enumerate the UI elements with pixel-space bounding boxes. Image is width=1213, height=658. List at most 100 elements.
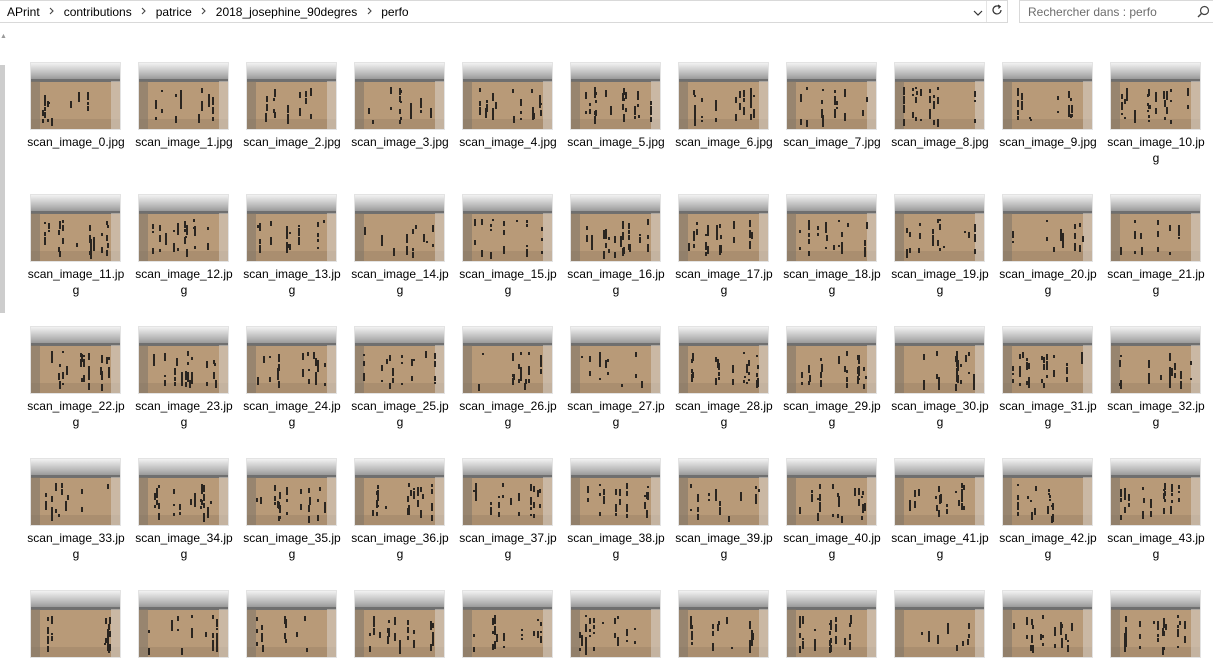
file-name[interactable]: scan_image_20.jpg [999,266,1097,298]
file-thumbnail[interactable] [894,458,985,526]
file-thumbnail[interactable] [246,590,337,658]
refresh-button[interactable] [986,1,1007,22]
file-thumbnail[interactable] [462,194,553,262]
breadcrumb-item-perfo[interactable]: perfo [379,5,410,19]
chevron-right-icon[interactable] [359,7,379,17]
file-name[interactable]: scan_image_39.jpg [675,530,773,562]
file-thumbnail[interactable] [1002,326,1093,394]
file-thumbnail[interactable] [138,326,229,394]
file-name[interactable]: scan_image_10.jpg [1107,134,1205,166]
file-thumbnail[interactable] [678,62,769,130]
file-thumbnail[interactable] [1110,590,1201,658]
file-name[interactable]: scan_image_21.jpg [1107,266,1205,298]
breadcrumb-item-contributions[interactable]: contributions [62,5,134,19]
file-name[interactable]: scan_image_18.jpg [783,266,881,298]
file-thumbnail[interactable] [30,194,121,262]
search-icon[interactable] [1193,2,1213,22]
file-thumbnail[interactable] [1002,590,1093,658]
file-name[interactable]: scan_image_27.jpg [567,398,665,430]
file-thumbnail[interactable] [462,590,553,658]
chevron-right-icon[interactable] [134,7,154,17]
file-thumbnail[interactable] [462,326,553,394]
file-thumbnail[interactable] [30,458,121,526]
file-thumbnail[interactable] [354,590,445,658]
file-thumbnail[interactable] [1110,194,1201,262]
file-name[interactable]: scan_image_0.jpg [27,134,125,150]
file-name[interactable]: scan_image_31.jpg [999,398,1097,430]
file-name[interactable]: scan_image_16.jpg [567,266,665,298]
file-thumbnail[interactable] [786,458,877,526]
file-name[interactable]: scan_image_8.jpg [891,134,989,150]
file-thumbnail[interactable] [894,62,985,130]
file-thumbnail[interactable] [354,62,445,130]
file-thumbnail[interactable] [1110,326,1201,394]
vertical-scrollbar[interactable]: ▲ [0,25,7,630]
file-thumbnail[interactable] [1002,62,1093,130]
file-thumbnail[interactable] [30,62,121,130]
file-name[interactable]: scan_image_19.jpg [891,266,989,298]
file-thumbnail[interactable] [1002,194,1093,262]
scrollbar-thumb[interactable] [0,65,5,313]
address-history-button[interactable] [969,1,986,22]
file-thumbnail[interactable] [1002,458,1093,526]
file-thumbnail[interactable] [138,62,229,130]
file-thumbnail[interactable] [786,326,877,394]
file-name[interactable]: scan_image_34.jpg [135,530,233,562]
breadcrumb-item-patrice[interactable]: patrice [154,5,194,19]
file-name[interactable]: scan_image_43.jpg [1107,530,1205,562]
file-thumbnail[interactable] [570,326,661,394]
file-thumbnail[interactable] [462,458,553,526]
file-thumbnail[interactable] [678,458,769,526]
file-thumbnail[interactable] [786,194,877,262]
file-thumbnail[interactable] [786,62,877,130]
file-name[interactable]: scan_image_7.jpg [783,134,881,150]
file-name[interactable]: scan_image_1.jpg [135,134,233,150]
file-name[interactable]: scan_image_26.jpg [459,398,557,430]
file-thumbnail[interactable] [354,194,445,262]
file-thumbnail[interactable] [138,590,229,658]
file-thumbnail[interactable] [462,62,553,130]
search-box[interactable] [1019,0,1213,23]
file-thumbnail[interactable] [678,590,769,658]
file-name[interactable]: scan_image_4.jpg [459,134,557,150]
file-thumbnail[interactable] [678,326,769,394]
chevron-right-icon[interactable] [42,7,62,17]
file-name[interactable]: scan_image_6.jpg [675,134,773,150]
file-name[interactable]: scan_image_9.jpg [999,134,1097,150]
file-name[interactable]: scan_image_23.jpg [135,398,233,430]
file-name[interactable]: scan_image_2.jpg [243,134,341,150]
file-thumbnail[interactable] [786,590,877,658]
file-name[interactable]: scan_image_38.jpg [567,530,665,562]
file-thumbnail[interactable] [1110,458,1201,526]
file-name[interactable]: scan_image_15.jpg [459,266,557,298]
file-name[interactable]: scan_image_40.jpg [783,530,881,562]
file-name[interactable]: scan_image_11.jpg [27,266,125,298]
file-thumbnail[interactable] [30,590,121,658]
file-name[interactable]: scan_image_36.jpg [351,530,449,562]
search-input[interactable] [1020,3,1194,20]
file-thumbnail[interactable] [246,62,337,130]
file-thumbnail[interactable] [246,458,337,526]
file-name[interactable]: scan_image_24.jpg [243,398,341,430]
file-thumbnail[interactable] [678,194,769,262]
file-name[interactable]: scan_image_5.jpg [567,134,665,150]
scroll-up-icon[interactable]: ▲ [0,33,7,41]
file-name[interactable]: scan_image_37.jpg [459,530,557,562]
file-thumbnail[interactable] [354,458,445,526]
file-thumbnail[interactable] [354,326,445,394]
file-thumbnail[interactable] [138,458,229,526]
file-thumbnail[interactable] [894,326,985,394]
file-name[interactable]: scan_image_25.jpg [351,398,449,430]
file-thumbnail[interactable] [138,194,229,262]
file-name[interactable]: scan_image_3.jpg [351,134,449,150]
file-thumbnail[interactable] [570,590,661,658]
file-name[interactable]: scan_image_12.jpg [135,266,233,298]
file-name[interactable]: scan_image_29.jpg [783,398,881,430]
file-name[interactable]: scan_image_32.jpg [1107,398,1205,430]
breadcrumb-item-2018-josephine-90degres[interactable]: 2018_josephine_90degres [214,5,359,19]
file-name[interactable]: scan_image_14.jpg [351,266,449,298]
file-thumbnail[interactable] [30,326,121,394]
file-thumbnail[interactable] [246,326,337,394]
file-name[interactable]: scan_image_17.jpg [675,266,773,298]
file-thumbnail[interactable] [894,590,985,658]
